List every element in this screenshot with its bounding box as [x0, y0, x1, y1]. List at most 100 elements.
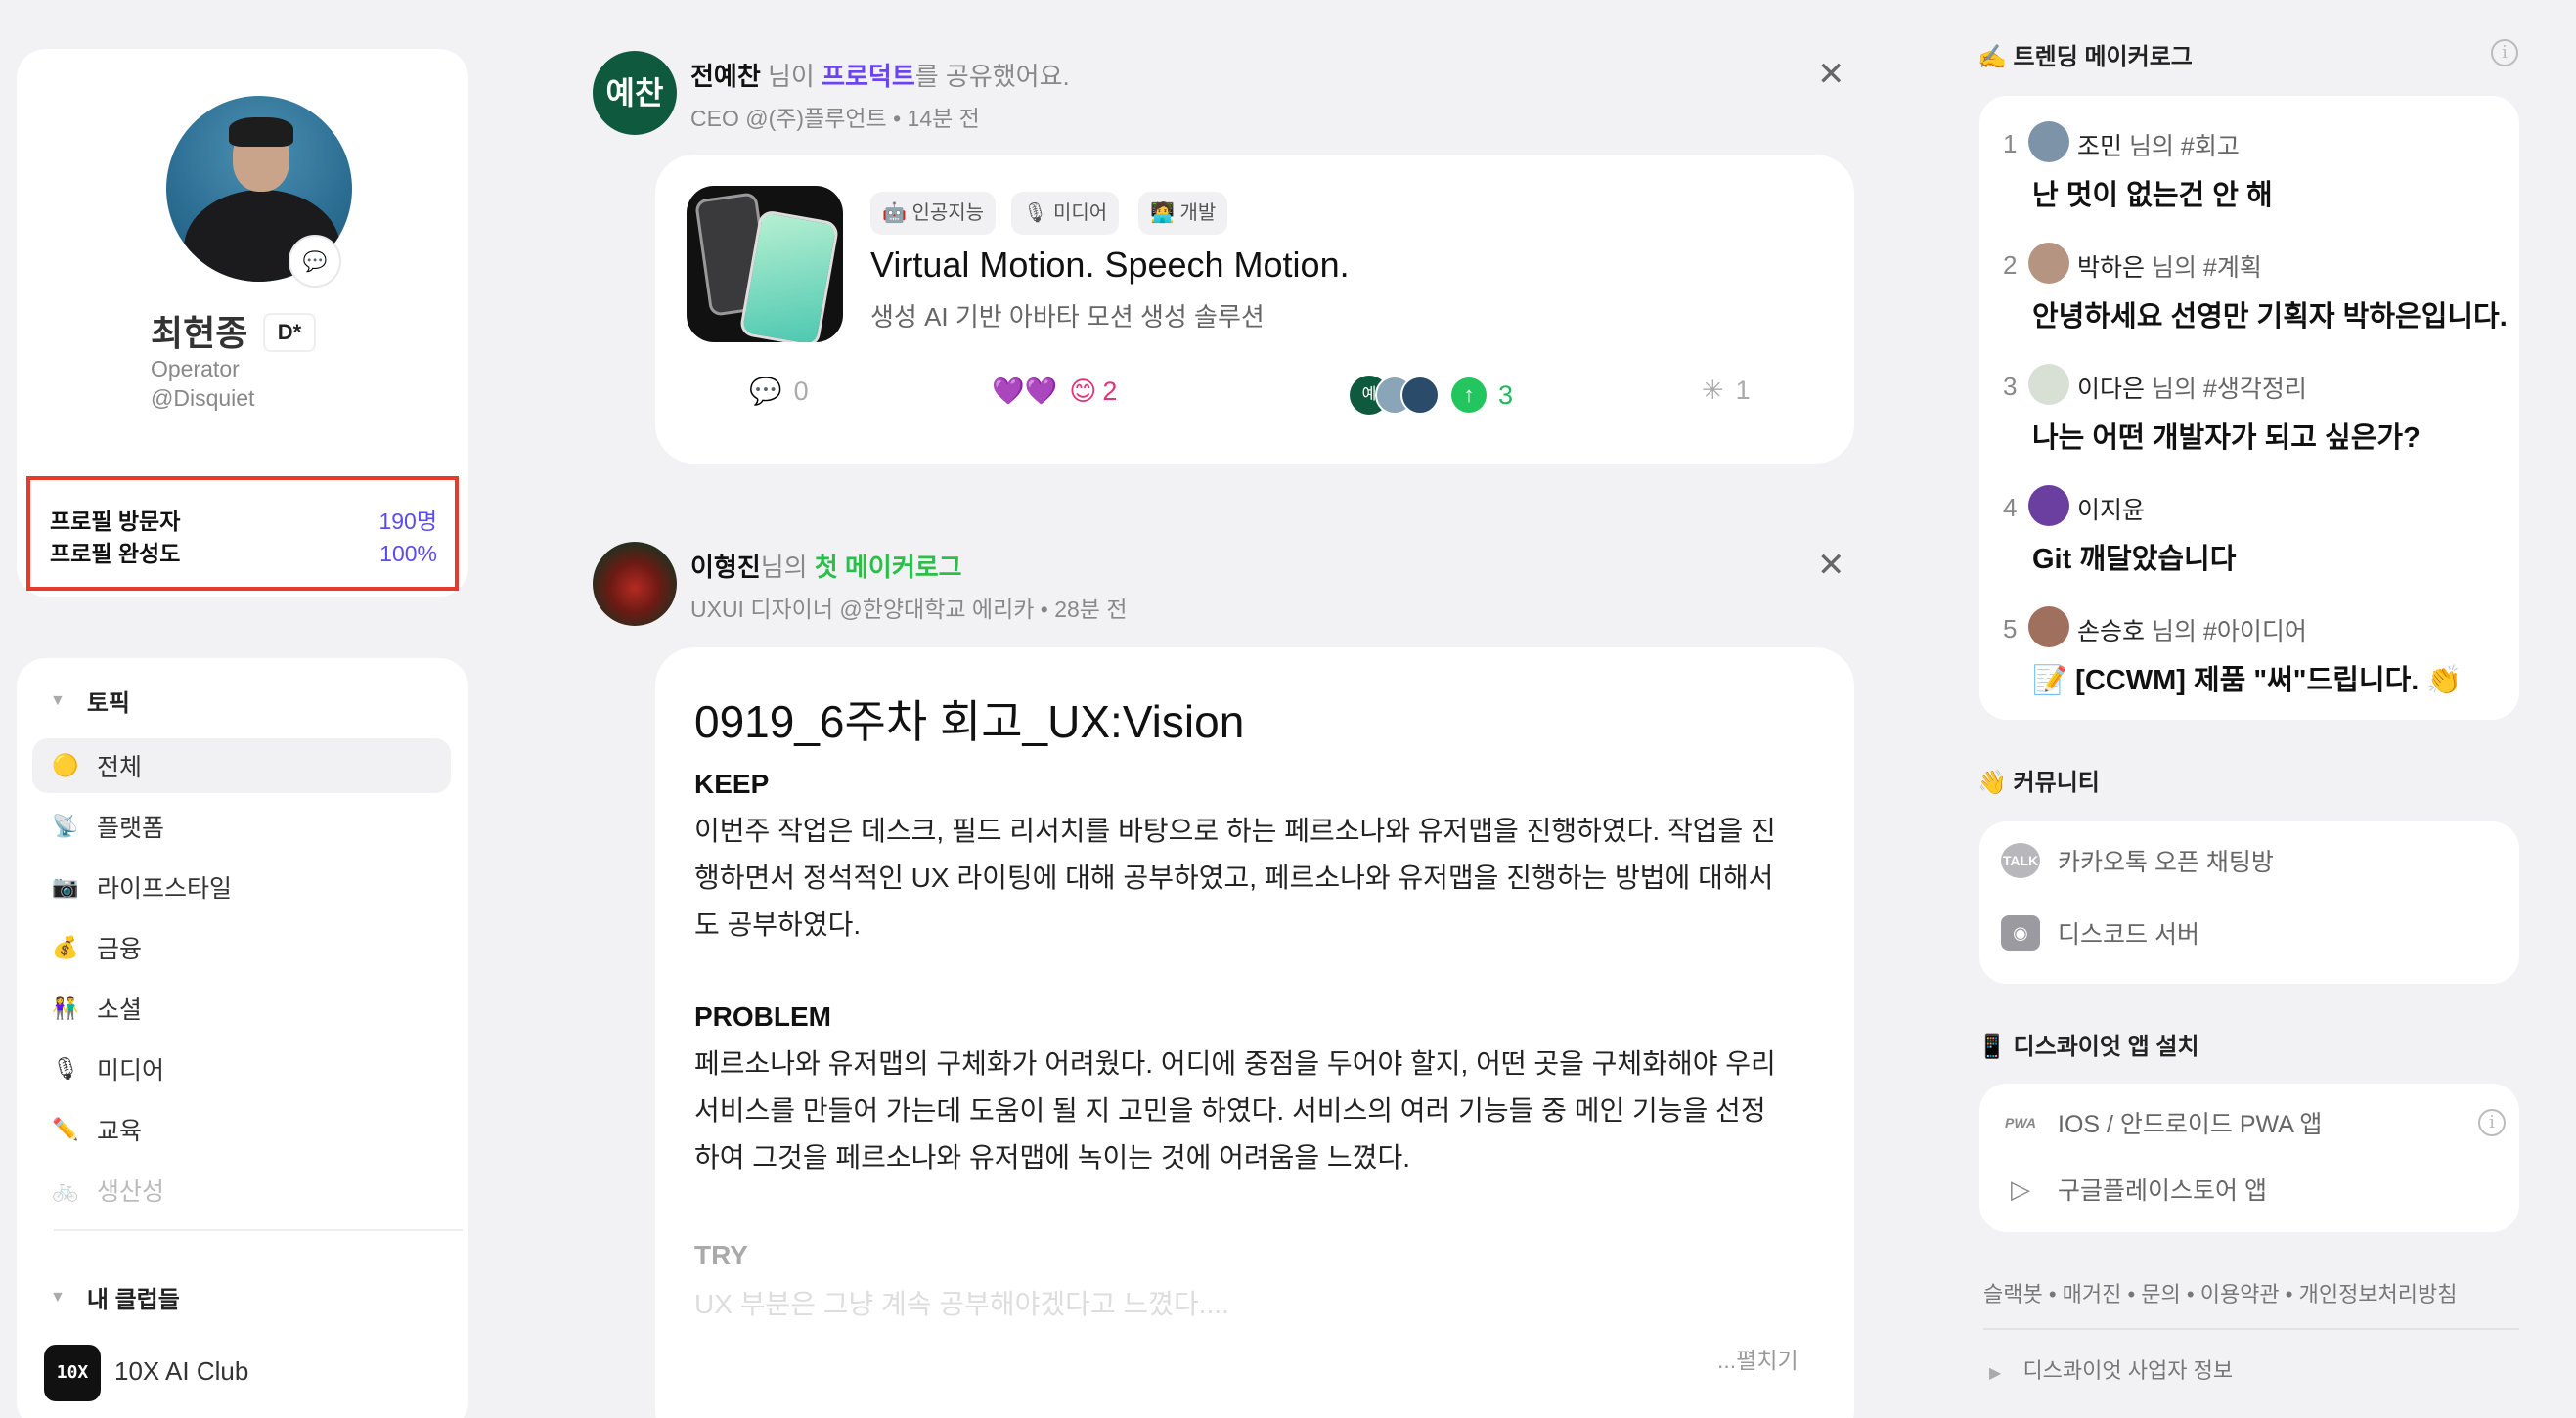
topic-education[interactable]: ✏️ 교육 — [32, 1102, 451, 1157]
tag-dev[interactable]: 🧑‍💻 개발 — [1138, 192, 1228, 235]
product-name[interactable]: Virtual Motion. Speech Motion. — [870, 244, 1350, 286]
expand-triangle-icon: ▶ — [1989, 1365, 2002, 1382]
club-logo[interactable]: 10X — [44, 1345, 101, 1401]
message-icon[interactable]: 💬 — [289, 235, 341, 288]
verb-text: 님의 — [760, 553, 808, 582]
trending-title: 📝 [CCWM] 제품 "써"드립니다. 👏 — [2032, 665, 2463, 696]
profile-stats: 프로필 방문자 190명 프로필 완성도 100% — [26, 476, 459, 591]
trending-author: 조민 님의 #회고 — [2077, 127, 2240, 162]
product-card[interactable]: 🤖 인공지능 🎙 미디어 🧑‍💻 개발 Virtual Motion. Spee… — [655, 155, 1854, 464]
post-heading-keep: KEEP — [694, 769, 770, 799]
topics-heading[interactable]: ▼ 토픽 — [50, 684, 130, 718]
kakao-openchat-link[interactable]: TALK 카카오톡 오픈 채팅방 — [2001, 843, 2274, 878]
trending-title: 안녕하세요 선영만 기획자 박하은입니다. — [2032, 301, 2508, 332]
author-avatar[interactable] — [593, 542, 677, 626]
discord-icon: ◉ — [2001, 915, 2040, 951]
user-avatar — [2028, 485, 2069, 526]
pencil-icon: ✏️ — [52, 1117, 79, 1141]
post-paragraph-try: UX 부분은 그냥 계속 공부해야겠다고 느꼈다.... — [694, 1289, 1229, 1319]
divider — [1983, 1328, 2519, 1330]
stat-value: 190명 — [378, 509, 437, 534]
info-icon[interactable]: i — [2478, 1109, 2506, 1136]
topic-label: 전체 — [97, 754, 143, 781]
makerlog-post-card[interactable]: 0919_6주차 회고_UX:Vision KEEP 이번주 작업은 데스크, … — [655, 647, 1854, 1418]
makerlog-link[interactable]: 첫 메이커로그 — [815, 553, 962, 582]
feed-item-title: 이형진님의 첫 메이커로그 — [690, 548, 962, 584]
topic-platform[interactable]: 📡 플랫폼 — [32, 799, 451, 854]
business-info-label: 디스콰이엇 사업자 정보 — [2022, 1358, 2234, 1383]
topic-finance[interactable]: 💰 금융 — [32, 920, 451, 975]
topic-media[interactable]: 🎙 미디어 — [32, 1041, 451, 1096]
app-install-heading: 📱 디스콰이엇 앱 설치 — [1977, 1034, 2199, 1060]
trending-rank: 3 — [2003, 372, 2018, 401]
stat-label: 프로필 완성도 — [50, 541, 181, 566]
profile-card: 💬 최현종 D* Operator @Disquiet 프로필 방문자 190명… — [17, 49, 468, 597]
close-icon[interactable]: ✕ — [1817, 546, 1845, 585]
author-suffix: 님의 #아이디어 — [2151, 618, 2307, 645]
product-link[interactable]: 프로덕트 — [822, 62, 915, 91]
tag-media[interactable]: 🎙 미디어 — [1011, 192, 1120, 235]
author-name: 손승호 — [2077, 618, 2146, 645]
club-name[interactable]: 10X AI Club — [114, 1356, 248, 1387]
google-play-link[interactable]: ▷ 구글플레이스토어 앱 — [2001, 1172, 2267, 1207]
author-suffix: 님의 #생각정리 — [2151, 376, 2307, 403]
post-heading-try: TRY — [694, 1240, 748, 1270]
tag-ai[interactable]: 🤖 인공지능 — [870, 192, 997, 235]
business-info-toggle[interactable]: ▶ 디스콰이엇 사업자 정보 — [1989, 1353, 2233, 1385]
topic-label: 미디어 — [97, 1057, 165, 1085]
profile-name[interactable]: 최현종 — [151, 305, 247, 356]
reaction-count: 2 — [1102, 376, 1118, 406]
trending-author: 이다은 님의 #생각정리 — [2077, 370, 2307, 405]
topic-label: 금융 — [97, 936, 143, 963]
upvote-arrow-icon: ↑ — [1451, 377, 1487, 413]
discord-server-link[interactable]: ◉ 디스코드 서버 — [2001, 915, 2199, 951]
user-avatar — [2028, 364, 2069, 405]
purple-hearts-icon: 💜💜 — [992, 377, 1058, 406]
pwa-app-link[interactable]: PWA IOS / 안드로이드 PWA 앱 — [2001, 1105, 2322, 1140]
profile-handle: @Disquiet — [151, 385, 255, 411]
clubs-heading[interactable]: ▼ 내 클럽들 — [50, 1280, 180, 1314]
topic-label: 교육 — [97, 1118, 143, 1145]
author-name: 조민 — [2077, 133, 2123, 160]
bicycle-icon: 🚲 — [52, 1177, 79, 1202]
community-heading: 👋 커뮤니티 — [1977, 770, 2100, 796]
money-bag-icon: 💰 — [52, 935, 79, 959]
smile-icon: 😊 — [1069, 376, 1097, 406]
divider — [54, 1229, 463, 1231]
trending-author: 박하은 님의 #계획 — [2077, 248, 2262, 284]
close-icon[interactable]: ✕ — [1817, 55, 1845, 94]
upvoter-avatars: 예 — [1350, 376, 1440, 415]
author-name[interactable]: 전예찬 — [690, 62, 761, 91]
author-name: 이지윤 — [2077, 497, 2146, 524]
camera-icon: 📷 — [52, 874, 79, 899]
feed-item-title: 전예찬 님이 프로덕트를 공유했어요. — [690, 57, 1070, 93]
footer-links[interactable]: 슬랙봇 • 매거진 • 문의 • 이용약관 • 개인정보처리방침 — [1983, 1277, 2458, 1308]
author-avatar[interactable]: 예찬 — [593, 51, 677, 135]
comment-icon: 💬 — [749, 377, 782, 406]
trending-heading: ✍️ 트렌딩 메이커로그 — [1977, 44, 2193, 70]
info-icon[interactable]: i — [2491, 39, 2518, 66]
upvote-button[interactable]: 예 ↑ 3 — [1350, 376, 1513, 415]
clubs-heading-label: 내 클럽들 — [86, 1287, 180, 1313]
topics-card: ▼ 토픽 🟡 전체 📡 플랫폼 📷 라이프스타일 💰 금융 👫 소셜 🎙 미디어… — [17, 658, 468, 1418]
user-avatar — [2028, 243, 2069, 284]
trending-title: Git 깨달았습니다 — [2032, 544, 2237, 575]
stat-visitors: 프로필 방문자 190명 — [50, 506, 437, 538]
topic-productivity[interactable]: 🚲 생산성 — [32, 1163, 451, 1218]
topic-social[interactable]: 👫 소셜 — [32, 981, 451, 1036]
link-label: 디스코드 서버 — [2058, 921, 2199, 949]
comment-button[interactable]: 💬 0 — [749, 376, 809, 407]
expand-button[interactable]: ...펼치기 — [1717, 1342, 1799, 1375]
author-meta: CEO @(주)플루언트 • 14분 전 — [690, 106, 980, 131]
satellite-icon: 📡 — [52, 814, 79, 838]
author-name[interactable]: 이형진 — [690, 553, 761, 582]
topic-all[interactable]: 🟡 전체 — [32, 738, 451, 793]
link-label: IOS / 안드로이드 PWA 앱 — [2058, 1111, 2323, 1138]
app-install-card: PWA IOS / 안드로이드 PWA 앱 i ▷ 구글플레이스토어 앱 — [1979, 1084, 2519, 1232]
profile-role: Operator — [151, 356, 240, 381]
reaction-button[interactable]: 💜💜 😊 2 — [992, 376, 1117, 407]
trending-rank: 4 — [2003, 493, 2018, 522]
topic-lifestyle[interactable]: 📷 라이프스타일 — [32, 860, 451, 914]
post-title[interactable]: 0919_6주차 회고_UX:Vision — [694, 687, 1244, 751]
user-avatar — [2028, 121, 2069, 162]
